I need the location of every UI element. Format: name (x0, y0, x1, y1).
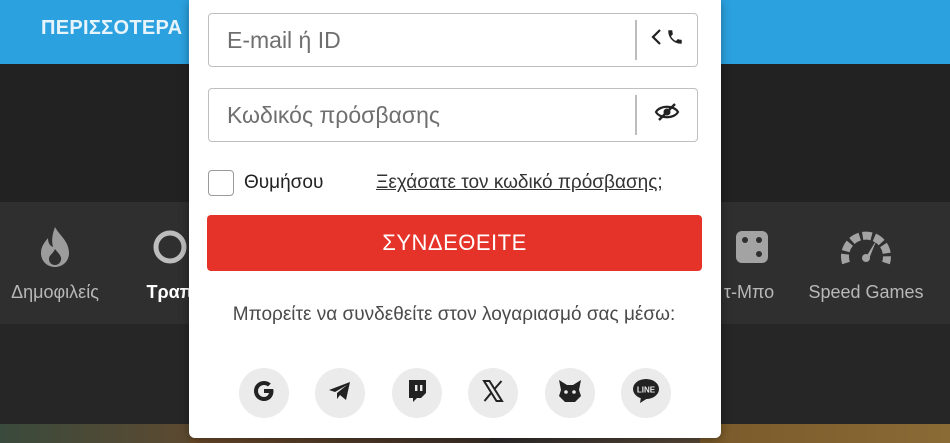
speedometer-icon (841, 222, 891, 272)
category-speed-games[interactable]: Speed Games (796, 202, 936, 324)
login-modal: Θυμήσου Ξεχάσατε τον κωδικό πρόσβασης; Σ… (189, 0, 721, 438)
phone-icon (666, 28, 684, 51)
category-bingo[interactable]: τ-Μπο (722, 202, 782, 324)
x-icon (481, 379, 505, 408)
eye-off-icon (654, 102, 680, 127)
category-label: τ-Μπο (723, 282, 775, 302)
remember-me-label: Θυμήσου (244, 172, 324, 193)
telegram-icon (327, 379, 353, 408)
telegram-login-button[interactable] (315, 368, 366, 418)
line-icon: LINE (631, 377, 661, 410)
more-menu-label[interactable]: ΠΕΡΙΣΣΟΤΕΡΑ (41, 17, 182, 40)
cards-icon (145, 222, 195, 272)
game-thumbnail[interactable] (0, 424, 190, 443)
category-popular[interactable]: Δημοφιλείς (0, 202, 120, 324)
category-label: Τραπ (146, 282, 194, 302)
category-label: Speed Games (808, 282, 924, 302)
social-login-buttons: LINE (239, 368, 671, 418)
game-thumbnail[interactable] (700, 424, 950, 443)
social-login-text: Μπορείτε να συνδεθείτε στον λογαριασμό σ… (232, 304, 676, 325)
toggle-password-visibility-button[interactable] (637, 89, 697, 140)
metamask-icon (556, 378, 584, 409)
x-login-button[interactable] (468, 368, 519, 418)
password-field[interactable] (225, 89, 629, 142)
remember-me[interactable]: Θυμήσου (208, 170, 323, 196)
google-icon (250, 377, 278, 410)
login-button[interactable]: ΣΥΝΔΕΘΕΙΤΕ (207, 215, 702, 271)
category-label: Δημοφιλείς (11, 282, 99, 302)
fire-icon (30, 222, 80, 272)
email-field[interactable] (225, 14, 629, 67)
metamask-login-button[interactable] (544, 368, 595, 418)
twitch-icon (405, 378, 429, 409)
twitch-login-button[interactable] (391, 368, 442, 418)
dice-icon (727, 222, 777, 272)
remember-me-checkbox[interactable] (208, 170, 234, 196)
google-login-button[interactable] (239, 368, 289, 418)
password-field-wrapper (208, 88, 698, 142)
chevron-left-icon (650, 28, 662, 51)
switch-to-phone-button[interactable] (637, 14, 697, 65)
svg-text:LINE: LINE (637, 385, 656, 394)
line-login-button[interactable]: LINE (620, 368, 671, 418)
email-field-wrapper (208, 13, 698, 67)
forgot-password-link[interactable]: Ξεχάσατε τον κωδικό πρόσβασης; (376, 172, 663, 194)
